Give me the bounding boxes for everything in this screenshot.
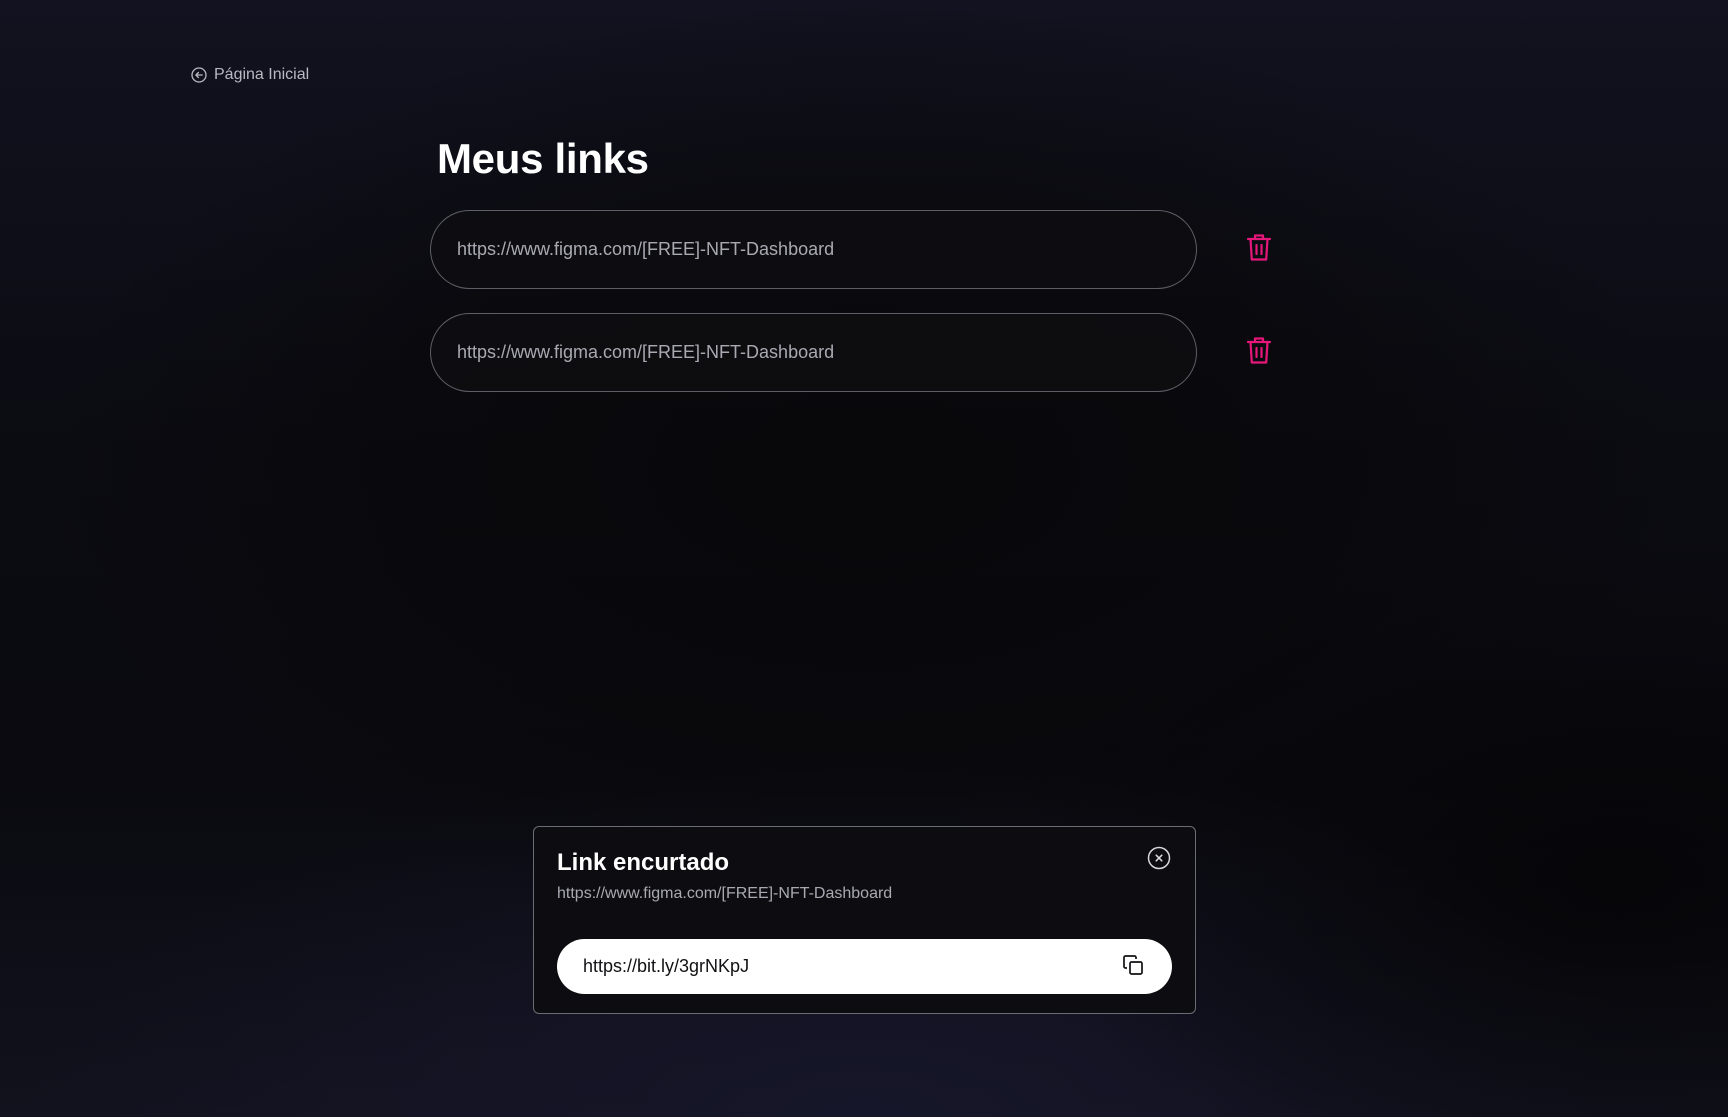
original-url: https://www.figma.com/[FREE]-NFT-Dashboa… — [557, 885, 893, 902]
link-url-field[interactable]: https://www.figma.com/[FREE]-NFT-Dashboa… — [430, 210, 1197, 289]
trash-icon — [1246, 232, 1272, 267]
copy-button[interactable] — [1119, 953, 1147, 981]
shortened-link-modal: Link encurtado https://www.figma.com/[FR… — [533, 826, 1196, 1014]
delete-link-button[interactable] — [1242, 335, 1276, 369]
close-circle-icon — [1147, 846, 1171, 875]
link-row: https://www.figma.com/[FREE]-NFT-Dashboa… — [430, 210, 1272, 290]
short-url-value: https://bit.ly/3grNKpJ — [583, 956, 750, 976]
short-url-field[interactable]: https://bit.ly/3grNKpJ — [557, 939, 1172, 994]
back-home-link[interactable]: Página Inicial — [191, 66, 309, 84]
page-title: Meus links — [437, 135, 649, 182]
delete-link-button[interactable] — [1242, 232, 1276, 266]
link-row: https://www.figma.com/[FREE]-NFT-Dashboa… — [430, 313, 1272, 393]
modal-title: Link encurtado — [557, 849, 730, 876]
link-url-field[interactable]: https://www.figma.com/[FREE]-NFT-Dashboa… — [430, 313, 1197, 392]
trash-icon — [1246, 335, 1272, 370]
copy-icon — [1121, 953, 1145, 982]
modal-close-button[interactable] — [1146, 846, 1172, 875]
back-home-label: Página Inicial — [214, 66, 310, 83]
arrow-left-circle-icon — [191, 67, 207, 83]
